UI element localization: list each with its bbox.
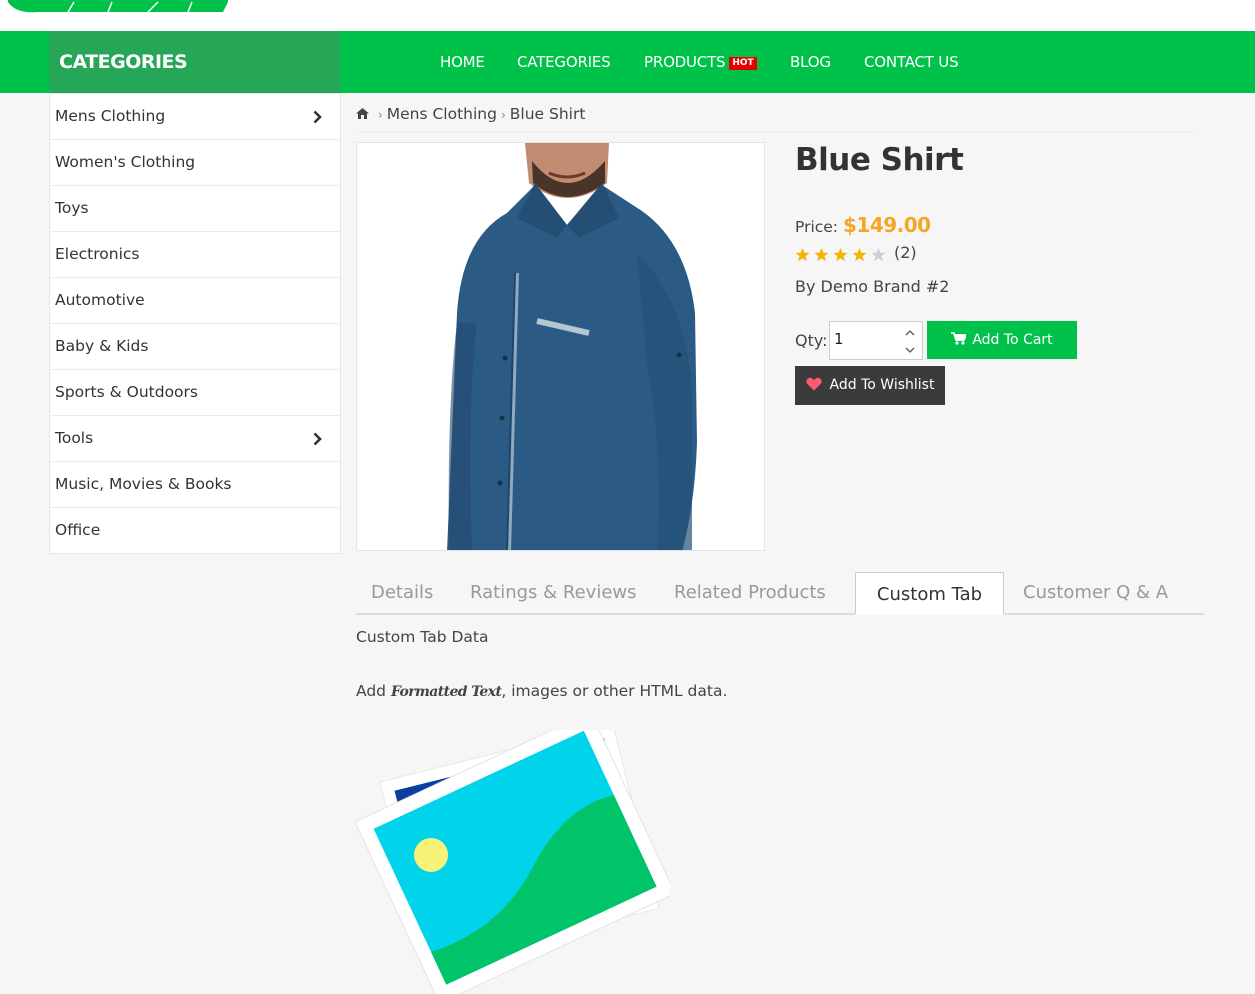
tab-related-products[interactable]: Related Products bbox=[674, 572, 826, 613]
shirt-photo bbox=[357, 143, 764, 550]
star-icon bbox=[795, 248, 810, 262]
site-logo[interactable] bbox=[8, 0, 228, 16]
price-label: Price: bbox=[795, 218, 839, 236]
nav-products[interactable]: PRODUCTS HOT bbox=[644, 31, 757, 93]
breadcrumb: › Mens Clothing › Blue Shirt bbox=[356, 105, 585, 123]
home-icon[interactable] bbox=[356, 108, 369, 119]
sidebar-item-label: Mens Clothing bbox=[55, 107, 166, 125]
add-to-wishlist-label: Add To Wishlist bbox=[829, 377, 935, 393]
add-to-cart-label: Add To Cart bbox=[972, 332, 1053, 348]
tab-details[interactable]: Details bbox=[371, 572, 433, 613]
category-sidebar: Mens Clothing Women's Clothing Toys Elec… bbox=[49, 93, 341, 554]
nav-blog[interactable]: BLOG bbox=[790, 31, 831, 93]
nav-contact-us[interactable]: CONTACT US bbox=[864, 31, 959, 93]
tab-ratings-reviews[interactable]: Ratings & Reviews bbox=[470, 572, 637, 613]
tab-customer-qa[interactable]: Customer Q & A bbox=[1023, 572, 1168, 613]
nav-products-label: PRODUCTS bbox=[644, 53, 726, 71]
custom-tab-heading: Custom Tab Data bbox=[356, 628, 489, 646]
star-empty-icon bbox=[871, 248, 886, 262]
sidebar-item-sports-outdoors[interactable]: Sports & Outdoors bbox=[50, 370, 340, 416]
breadcrumb-current: Blue Shirt bbox=[509, 105, 586, 123]
breadcrumb-separator: › bbox=[500, 108, 506, 122]
qty-label: Qty: bbox=[795, 331, 828, 350]
sidebar-item-label: Toys bbox=[55, 199, 89, 217]
chevron-right-icon bbox=[313, 110, 322, 124]
qty-input[interactable] bbox=[834, 330, 894, 348]
rating-count[interactable]: (2) bbox=[894, 243, 917, 262]
product-price: $149.00 bbox=[842, 213, 931, 237]
breadcrumb-mens-clothing[interactable]: Mens Clothing bbox=[387, 105, 497, 123]
description-prefix: Add bbox=[356, 682, 391, 700]
star-icon bbox=[814, 248, 829, 262]
sidebar-item-label: Automotive bbox=[55, 291, 145, 309]
chevron-right-icon bbox=[313, 432, 322, 446]
product-title: Blue Shirt bbox=[795, 142, 964, 178]
image-gallery-illustration bbox=[350, 730, 670, 994]
cart-icon bbox=[951, 332, 968, 345]
tab-custom-tab[interactable]: Custom Tab bbox=[855, 572, 1004, 615]
sidebar-item-label: Baby & Kids bbox=[55, 337, 149, 355]
sidebar-item-music-movies-books[interactable]: Music, Movies & Books bbox=[50, 462, 340, 508]
star-rating-icon bbox=[795, 248, 886, 262]
sidebar-item-label: Sports & Outdoors bbox=[55, 383, 198, 401]
heart-icon bbox=[805, 377, 822, 391]
description-suffix: , images or other HTML data. bbox=[501, 682, 728, 700]
add-to-cart-button[interactable]: Add To Cart bbox=[927, 321, 1077, 359]
quantity-stepper[interactable] bbox=[829, 321, 923, 360]
sidebar-item-baby-kids[interactable]: Baby & Kids bbox=[50, 324, 340, 370]
formatted-text: Formatted Text bbox=[390, 684, 502, 700]
rating-stars[interactable] bbox=[795, 247, 887, 267]
star-icon bbox=[852, 248, 867, 262]
main-navbar: CATEGORIES HOME CATEGORIES PRODUCTS HOT B… bbox=[0, 31, 1255, 93]
custom-tab-description: Add Formatted Text, images or other HTML… bbox=[356, 682, 727, 700]
sidebar-item-mens-clothing[interactable]: Mens Clothing bbox=[50, 94, 340, 140]
spin-arrows-icon[interactable] bbox=[898, 322, 922, 359]
product-brand[interactable]: By Demo Brand #2 bbox=[795, 277, 949, 296]
nav-home[interactable]: HOME bbox=[440, 31, 485, 93]
sidebar-item-label: Tools bbox=[55, 429, 94, 447]
top-header-strip bbox=[0, 0, 1255, 31]
sidebar-item-automotive[interactable]: Automotive bbox=[50, 278, 340, 324]
sidebar-item-label: Music, Movies & Books bbox=[55, 475, 232, 493]
sidebar-item-label: Electronics bbox=[55, 245, 140, 263]
divider bbox=[356, 131, 1194, 132]
categories-header[interactable]: CATEGORIES bbox=[49, 31, 340, 93]
sidebar-item-label: Women's Clothing bbox=[55, 153, 196, 171]
product-image[interactable] bbox=[356, 142, 765, 551]
sidebar-item-label: Office bbox=[55, 521, 101, 539]
sidebar-item-tools[interactable]: Tools bbox=[50, 416, 340, 462]
hot-badge: HOT bbox=[729, 57, 757, 70]
image-gallery-icon bbox=[354, 730, 670, 994]
nav-categories[interactable]: CATEGORIES bbox=[517, 31, 611, 93]
sidebar-item-toys[interactable]: Toys bbox=[50, 186, 340, 232]
add-to-wishlist-button[interactable]: Add To Wishlist bbox=[795, 366, 945, 405]
sidebar-item-office[interactable]: Office bbox=[50, 508, 340, 553]
product-tabs: Details Ratings & Reviews Related Produc… bbox=[356, 572, 1204, 615]
breadcrumb-separator: › bbox=[377, 108, 383, 122]
sidebar-item-womens-clothing[interactable]: Women's Clothing bbox=[50, 140, 340, 186]
price-row: Price: $149.00 bbox=[795, 213, 931, 237]
sidebar-item-electronics[interactable]: Electronics bbox=[50, 232, 340, 278]
star-icon bbox=[833, 248, 848, 262]
